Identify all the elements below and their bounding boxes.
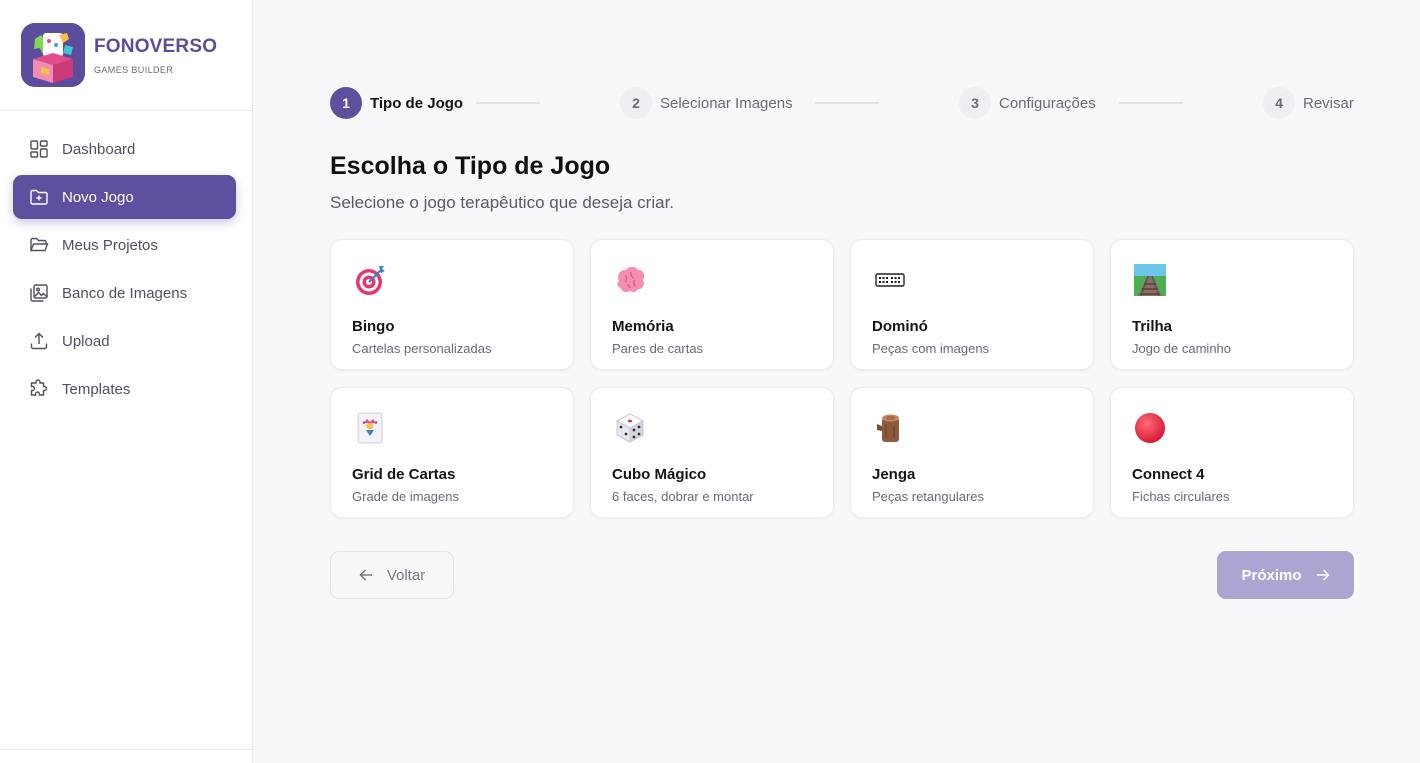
step-configuracoes[interactable]: 3 Configurações: [959, 87, 1096, 119]
next-button-label: Próximo: [1241, 566, 1302, 584]
game-card-jenga[interactable]: Jenga Peças retangulares: [850, 387, 1094, 518]
domino-icon: [872, 262, 908, 298]
game-card-title: Bingo: [352, 318, 395, 335]
game-card-cubo-magico[interactable]: Cubo Mágico 6 faces, dobrar e montar: [590, 387, 834, 518]
step-number: 3: [959, 87, 991, 119]
back-button-label: Voltar: [386, 566, 426, 584]
arrow-left-icon: [359, 569, 372, 581]
game-card-desc: 6 faces, dobrar e montar: [612, 489, 754, 504]
game-card-title: Jenga: [872, 466, 916, 483]
page-title: Escolha o Tipo de Jogo: [330, 152, 611, 180]
sidebar-item-label: Banco de Imagens: [62, 284, 188, 302]
game-card-desc: Peças retangulares: [872, 489, 985, 504]
game-card-bingo[interactable]: Bingo Cartelas personalizadas: [330, 239, 574, 370]
game-card-title: Connect 4: [1132, 466, 1205, 483]
sidebar-item-label: Novo Jogo: [62, 188, 134, 206]
sidebar-footer-divider: [0, 749, 252, 750]
sidebar-item-label: Dashboard: [62, 140, 136, 158]
folder-open-icon: [29, 237, 49, 252]
brand: FONOVERSO GAMES BUILDER: [0, 0, 252, 111]
back-button[interactable]: Voltar: [330, 551, 454, 599]
game-card-desc: Fichas circulares: [1132, 489, 1230, 504]
game-card-title: Trilha: [1132, 318, 1173, 335]
sidebar-item-templates[interactable]: Templates: [13, 367, 236, 411]
images-icon: [30, 284, 48, 302]
puzzle-icon: [30, 379, 48, 396]
brand-title: FONOVERSO: [94, 35, 218, 57]
game-card-connect-4[interactable]: Connect 4 Fichas circulares: [1110, 387, 1354, 518]
step-label: Tipo de Jogo: [370, 94, 464, 112]
brand-subtitle: GAMES BUILDER: [94, 64, 174, 75]
page-subtitle: Selecione o jogo terapêutico que deseja …: [330, 193, 675, 212]
game-card-desc: Jogo de caminho: [1132, 341, 1232, 356]
target-dart-icon: [352, 262, 388, 298]
game-card-desc: Pares de cartas: [612, 341, 704, 356]
game-card-title: Dominó: [872, 318, 928, 335]
wood-log-icon: [872, 410, 908, 446]
step-connector: [476, 102, 540, 104]
dashboard-grid-icon: [30, 140, 48, 158]
step-label: Revisar: [1303, 94, 1354, 112]
sidebar-item-label: Meus Projetos: [62, 236, 158, 254]
sidebar-item-banco-de-imagens[interactable]: Banco de Imagens: [13, 271, 236, 315]
arrow-right-icon: [1316, 569, 1330, 581]
game-card-title: Cubo Mágico: [612, 466, 707, 483]
sidebar-item-meus-projetos[interactable]: Meus Projetos: [13, 223, 236, 267]
step-revisar[interactable]: 4 Revisar: [1263, 87, 1354, 119]
game-card-desc: Grade de imagens: [352, 489, 459, 504]
next-button[interactable]: Próximo: [1217, 551, 1354, 599]
game-card-memoria[interactable]: Memória Pares de cartas: [590, 239, 834, 370]
sidebar-item-dashboard[interactable]: Dashboard: [13, 127, 236, 171]
game-card-grid-de-cartas[interactable]: Grid de Cartas Grade de imagens: [330, 387, 574, 518]
step-label: Selecionar Imagens: [660, 94, 793, 112]
game-card-desc: Peças com imagens: [872, 341, 990, 356]
step-connector: [815, 102, 879, 104]
step-connector: [1119, 102, 1183, 104]
step-selecionar-imagens[interactable]: 2 Selecionar Imagens: [620, 87, 793, 119]
game-card-title: Grid de Cartas: [352, 466, 456, 483]
folder-plus-icon: [30, 189, 48, 205]
sidebar-nav: Dashboard Novo Jogo Meus Projetos Banco …: [0, 111, 252, 411]
sidebar-item-label: Upload: [62, 332, 110, 350]
main-content: 1 Tipo de Jogo 2 Selecionar Imagens 3 Co…: [253, 0, 1420, 763]
upload-icon: [30, 332, 48, 350]
sidebar-item-upload[interactable]: Upload: [13, 319, 236, 363]
step-label: Configurações: [999, 94, 1096, 112]
game-card-domino[interactable]: Dominó Peças com imagens: [850, 239, 1094, 370]
game-card-desc: Cartelas personalizadas: [352, 341, 492, 356]
joker-card-icon: [352, 410, 388, 446]
sidebar-item-novo-jogo[interactable]: Novo Jogo: [13, 175, 236, 219]
red-circle-icon: [1132, 410, 1168, 446]
step-number: 4: [1263, 87, 1295, 119]
game-card-title: Memória: [612, 318, 674, 335]
railway-track-icon: [1132, 262, 1168, 298]
sidebar: FONOVERSO GAMES BUILDER Dashboard Novo J…: [0, 0, 253, 763]
dice-icon: [612, 410, 648, 446]
step-number: 1: [330, 87, 362, 119]
step-tipo-de-jogo[interactable]: 1 Tipo de Jogo: [330, 87, 463, 119]
game-card-trilha[interactable]: Trilha Jogo de caminho: [1110, 239, 1354, 370]
fonoverso-logo: [21, 23, 85, 87]
stepper: 1 Tipo de Jogo 2 Selecionar Imagens 3 Co…: [330, 87, 1354, 119]
sidebar-item-label: Templates: [62, 380, 131, 398]
brain-icon: [612, 262, 648, 298]
step-number: 2: [620, 87, 652, 119]
game-type-grid: Bingo Cartelas personalizadas Memória Pa…: [330, 239, 1354, 518]
